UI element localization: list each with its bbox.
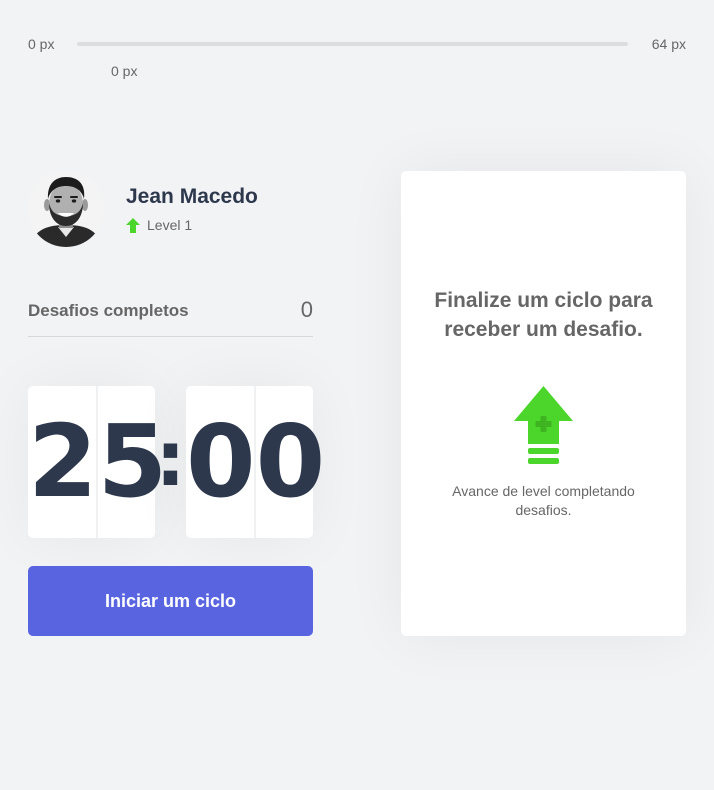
start-cycle-button[interactable]: Iniciar um ciclo <box>28 566 313 636</box>
level-up-icon <box>514 386 573 464</box>
experience-track: 0 px <box>77 42 628 79</box>
experience-current-label: 0 px <box>111 63 138 79</box>
challenge-box-title: Finalize um ciclo para receber um desafi… <box>434 289 653 341</box>
challenge-box: Finalize um ciclo para receber um desafi… <box>401 171 686 636</box>
experience-max-label: 64 px <box>651 36 686 52</box>
countdown-separator: : <box>155 414 186 503</box>
level-up-arrow-icon <box>126 217 140 233</box>
profile: Jean Macedo Level 1 <box>28 171 328 249</box>
experience-bar: 0 px 0 px 64 px <box>28 34 686 79</box>
countdown-seconds: 0 0 <box>186 386 325 538</box>
second-ones-digit: 0 <box>254 386 325 538</box>
completed-challenges-count: 0 <box>300 297 313 322</box>
avatar <box>28 171 104 247</box>
challenge-box-hint: Avance de level completando desafios. <box>452 483 635 518</box>
user-name: Jean Macedo <box>126 185 258 208</box>
level-label: Level 1 <box>147 217 193 233</box>
countdown: 2 5 : 0 0 <box>28 386 325 538</box>
second-tens-digit: 0 <box>186 386 256 538</box>
completed-challenges: Desafios completos 0 <box>28 296 313 337</box>
minute-tens-digit: 2 <box>28 386 98 538</box>
experience-min-label: 0 px <box>28 36 55 52</box>
countdown-minutes: 2 5 <box>28 386 167 538</box>
level-indicator: Level 1 <box>126 216 192 234</box>
completed-challenges-label: Desafios completos <box>28 301 189 320</box>
